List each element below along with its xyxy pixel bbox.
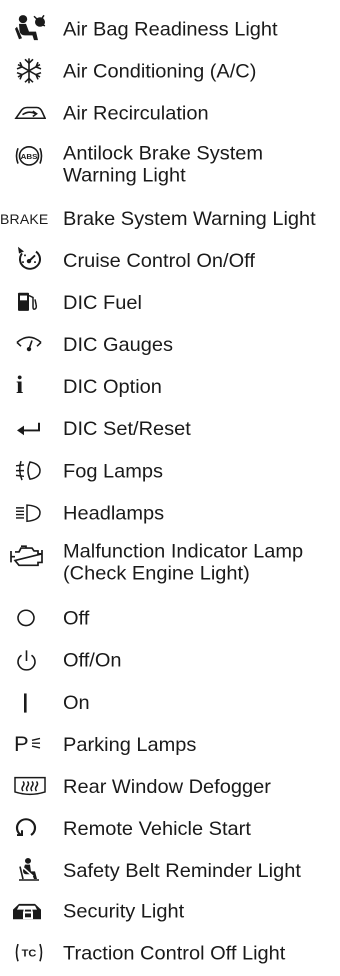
parking-icon-text: P (14, 731, 29, 756)
item-label: DIC Set/Reset (63, 418, 191, 440)
rear-defogger-icon (12, 772, 48, 801)
item-label: Antilock Brake System (63, 143, 264, 165)
tc-icon-text: TC (22, 948, 37, 960)
item-label: Cruise Control On/Off (63, 250, 255, 272)
item-label: Brake System Warning Light (63, 208, 316, 230)
item-label: Air Conditioning (A/C) (63, 61, 257, 83)
item-label: Fog Lamps (63, 461, 164, 483)
item-label: Traction Control Off Light (63, 943, 286, 965)
item-label: Headlamps (63, 503, 165, 525)
set-reset-arrow-icon (14, 414, 46, 443)
check-engine-icon (10, 541, 46, 570)
traction-control-icon: TC (14, 938, 46, 967)
abs-icon-text: ABS (21, 152, 38, 161)
item-label: Off (63, 608, 90, 630)
info-icon-text: i (16, 371, 24, 399)
item-label: Rear Window Defogger (63, 776, 271, 798)
air-bag-icon (14, 14, 46, 43)
item-label: Air Bag Readiness Light (63, 19, 278, 41)
fuel-icon (14, 288, 46, 317)
power-icon (14, 646, 46, 675)
item-label: Remote Vehicle Start (63, 818, 251, 840)
item-label: Malfunction Indicator Lamp (63, 541, 304, 563)
item-label: Off/On (63, 650, 122, 672)
on-bar-icon (14, 688, 46, 717)
item-label: DIC Gauges (63, 334, 174, 356)
fog-lamps-icon (14, 456, 46, 485)
item-label-line2: Warning Light (63, 165, 186, 187)
parking-lamps-icon: P (14, 730, 54, 759)
info-icon: i (16, 371, 48, 400)
security-icon (11, 896, 47, 925)
headlamps-icon (14, 498, 46, 527)
off-circle-icon (14, 604, 46, 633)
abs-icon: ABS (14, 142, 46, 171)
cruise-control-icon (14, 246, 46, 275)
item-label: DIC Option (63, 376, 162, 398)
brake-text-icon: BRAKE (0, 205, 60, 234)
item-label: On (63, 692, 90, 714)
air-recirculation-icon (14, 99, 46, 128)
seat-belt-icon (14, 856, 46, 885)
item-label-line2: (Check Engine Light) (63, 563, 250, 585)
remote-start-icon (14, 814, 46, 843)
gauges-icon (14, 330, 46, 359)
item-label: Air Recirculation (63, 103, 209, 125)
brake-icon-text: BRAKE (0, 211, 49, 227)
item-label: Parking Lamps (63, 734, 197, 756)
item-label: DIC Fuel (63, 292, 142, 314)
air-conditioning-icon (14, 56, 46, 85)
symbol-legend-list: Air Bag Readiness Light Air Conditioning… (0, 0, 340, 964)
item-label: Safety Belt Reminder Light (63, 860, 301, 882)
item-label: Security Light (63, 901, 185, 923)
